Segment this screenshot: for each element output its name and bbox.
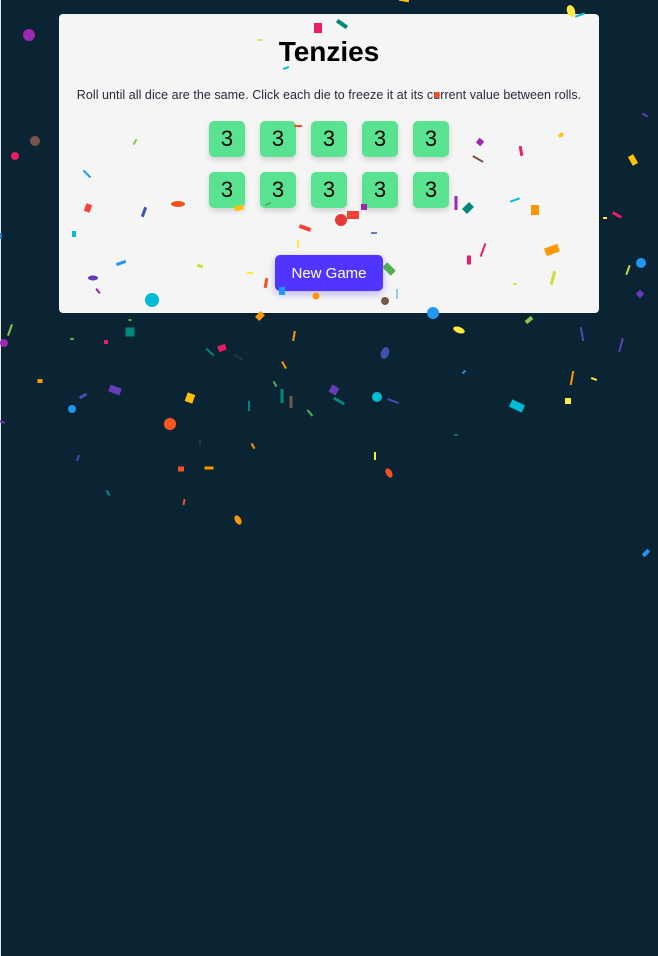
confetti-piece	[461, 369, 467, 375]
confetti-piece	[565, 398, 571, 404]
confetti-piece	[524, 315, 534, 325]
confetti-piece	[618, 337, 624, 353]
confetti-piece	[248, 401, 250, 411]
confetti-piece	[234, 515, 242, 525]
die-10[interactable]: 3	[413, 172, 449, 208]
confetti-piece	[380, 347, 390, 359]
confetti-piece	[398, 0, 410, 3]
confetti-piece	[281, 361, 287, 369]
die-3[interactable]: 3	[311, 121, 347, 157]
confetti-piece	[199, 440, 201, 446]
confetti-piece	[508, 399, 526, 413]
confetti-piece	[569, 370, 575, 386]
new-game-button[interactable]: New Game	[275, 255, 383, 291]
confetti-piece	[641, 548, 651, 558]
confetti-piece	[78, 392, 88, 400]
confetti-piece	[104, 340, 108, 344]
confetti-piece	[30, 136, 40, 146]
confetti-piece	[579, 326, 585, 342]
confetti-piece	[590, 377, 598, 381]
confetti-piece	[453, 326, 465, 334]
confetti-piece	[37, 379, 43, 383]
confetti-piece	[272, 380, 278, 388]
confetti-piece	[70, 338, 74, 340]
confetti-piece	[387, 398, 399, 404]
confetti-piece	[603, 217, 607, 219]
confetti-piece	[374, 452, 376, 460]
confetti-piece	[23, 29, 35, 41]
window-edge	[0, 0, 1, 956]
confetti-piece	[11, 152, 19, 160]
die-8[interactable]: 3	[311, 172, 347, 208]
confetti-piece	[182, 498, 186, 506]
confetti-piece	[292, 330, 296, 342]
confetti-piece	[204, 466, 214, 470]
confetti-piece	[289, 396, 293, 408]
confetti-piece	[178, 466, 184, 472]
die-9[interactable]: 3	[362, 172, 398, 208]
die-7[interactable]: 3	[260, 172, 296, 208]
confetti-piece	[128, 319, 132, 321]
die-1[interactable]: 3	[209, 121, 245, 157]
confetti-piece	[635, 289, 645, 299]
confetti-piece	[385, 468, 393, 478]
confetti-piece	[105, 489, 111, 497]
confetti-piece	[0, 339, 8, 347]
confetti-piece	[625, 264, 631, 276]
confetti-piece	[250, 442, 256, 450]
page-title: Tenzies	[278, 36, 380, 67]
confetti-piece	[125, 327, 135, 337]
die-2[interactable]: 3	[260, 121, 296, 157]
confetti-piece	[164, 418, 176, 430]
confetti-piece	[7, 324, 13, 336]
die-4[interactable]: 3	[362, 121, 398, 157]
confetti-piece	[454, 434, 458, 436]
confetti-piece	[306, 409, 314, 417]
dice-grid: 3 3 3 3 3 3 3 3 3 3	[209, 121, 449, 208]
confetti-piece	[108, 384, 122, 396]
confetti-piece	[641, 112, 649, 118]
confetti-piece	[205, 347, 215, 357]
confetti-piece	[217, 343, 227, 353]
confetti-piece	[372, 392, 382, 402]
confetti-piece	[636, 258, 646, 268]
confetti-piece	[184, 392, 196, 404]
confetti-piece	[280, 389, 284, 403]
confetti-piece	[68, 405, 76, 413]
confetti-piece	[333, 396, 345, 406]
game-card: Tenzies Roll until all dice are the same…	[59, 14, 599, 313]
confetti-piece	[328, 384, 340, 396]
die-6[interactable]: 3	[209, 172, 245, 208]
instructions-text: Roll until all dice are the same. Click …	[76, 88, 582, 102]
confetti-piece	[233, 353, 243, 361]
die-5[interactable]: 3	[413, 121, 449, 157]
confetti-piece	[627, 154, 639, 166]
confetti-piece	[611, 211, 623, 219]
confetti-piece	[76, 454, 80, 462]
